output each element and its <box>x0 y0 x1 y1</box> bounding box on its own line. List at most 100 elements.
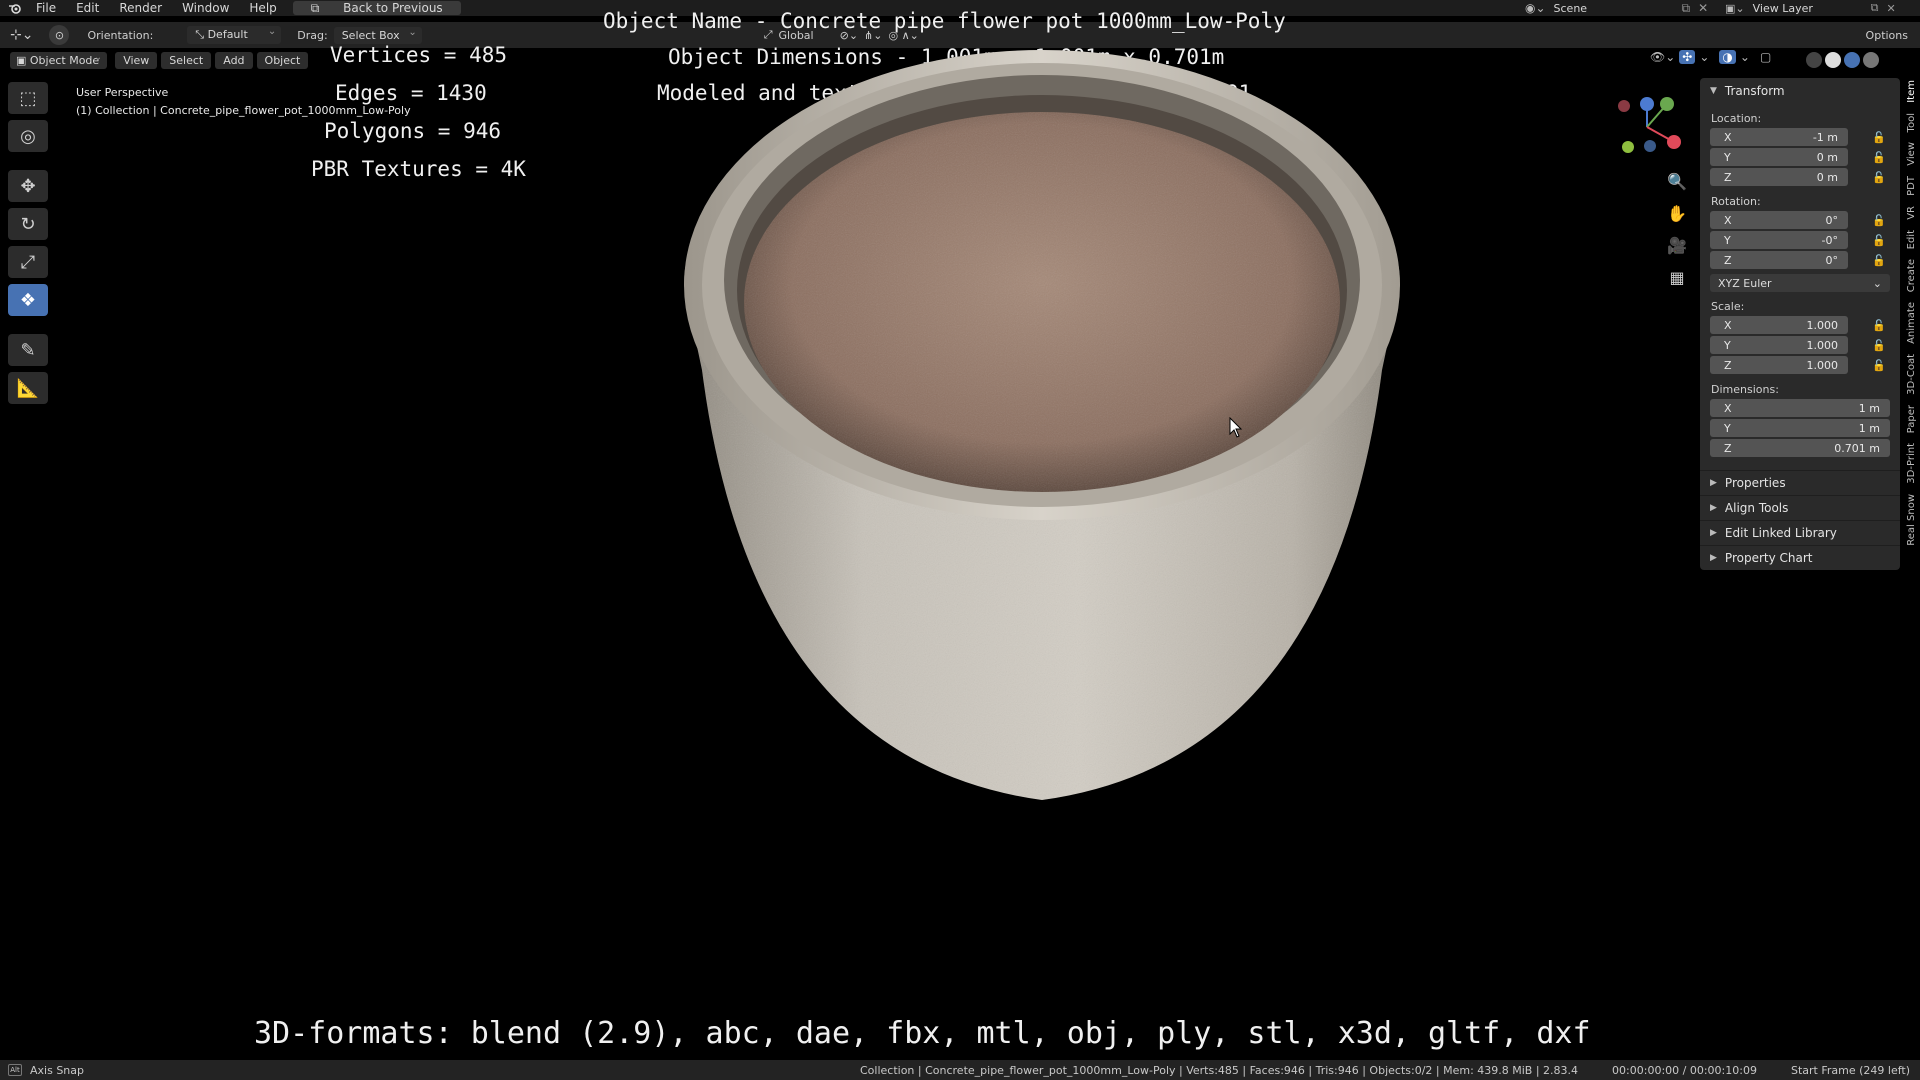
gizmo-neg-y-icon[interactable] <box>1622 141 1634 153</box>
view-layer-copy-icon[interactable]: ⧉ <box>1871 1 1879 15</box>
rotation-y-field[interactable]: Y -0° 🔓 <box>1710 230 1890 250</box>
material-shading-icon[interactable] <box>1844 52 1860 68</box>
drag-dropdown[interactable]: Select Box <box>333 26 422 44</box>
orientation-dropdown[interactable]: ⤡ Default <box>187 26 282 44</box>
wireframe-shading-icon[interactable] <box>1806 52 1822 68</box>
cursor-tool-icon[interactable]: ◎ <box>8 120 48 152</box>
scale-tool-icon[interactable]: ⤢ <box>8 246 48 278</box>
left-toolbar: ⬚ ◎ ✥ ↻ ⤢ ❖ ✎ 📐 <box>8 82 48 404</box>
rotate-tool-icon[interactable]: ↻ <box>8 208 48 240</box>
menu-render[interactable]: Render <box>109 1 172 15</box>
scale-y-field[interactable]: Y 1.000 🔓 <box>1710 335 1890 355</box>
tab-paper[interactable]: Paper <box>1906 405 1917 433</box>
back-to-previous-button[interactable]: ⧉ Back to Previous <box>292 1 461 15</box>
lock-icon[interactable]: 🔓 <box>1872 254 1886 267</box>
menu-help[interactable]: Help <box>239 1 286 15</box>
menu-edit[interactable]: Edit <box>66 1 109 15</box>
zoom-icon[interactable]: 🔍 <box>1664 168 1690 194</box>
view-menu[interactable]: View <box>115 51 158 69</box>
navigation-gizmo[interactable] <box>1612 92 1682 162</box>
lock-icon[interactable]: 🔓 <box>1872 171 1886 184</box>
dimension-x-field[interactable]: X 1 m <box>1710 398 1890 418</box>
lock-icon[interactable]: 🔓 <box>1872 359 1886 372</box>
lock-icon[interactable]: 🔓 <box>1872 319 1886 332</box>
tab-animate[interactable]: Animate <box>1906 302 1917 344</box>
gizmo-x-icon[interactable] <box>1667 135 1681 149</box>
gizmo-dropdown-icon[interactable]: ⌄ <box>1699 50 1709 64</box>
camera-icon[interactable]: 🎥 <box>1664 232 1690 258</box>
view-layer-close-icon[interactable]: ✕ <box>1886 2 1895 15</box>
ortho-grid-icon[interactable]: ▦ <box>1664 264 1690 290</box>
gizmo-y-icon[interactable] <box>1660 97 1674 111</box>
scale-z-field[interactable]: Z 1.000 🔓 <box>1710 355 1890 375</box>
menu-file[interactable]: File <box>26 1 66 15</box>
gizmo-z-icon[interactable] <box>1640 97 1654 111</box>
mode-dropdown[interactable]: ▣ Object Mode <box>10 51 108 69</box>
transform-panel-header[interactable]: ▼ Transform <box>1700 78 1900 104</box>
lock-icon[interactable]: 🔓 <box>1872 339 1886 352</box>
visibility-icon[interactable]: 👁⌄ <box>1650 50 1675 64</box>
scene-copy-icon[interactable]: ⧉ <box>1682 1 1691 16</box>
solid-shading-icon[interactable] <box>1825 52 1841 68</box>
overlay-toggle-icon[interactable]: ◑ <box>1719 50 1736 64</box>
location-y-field[interactable]: Y 0 m 🔓 <box>1710 147 1890 167</box>
overlay-dropdown-icon[interactable]: ⌄ <box>1740 50 1750 64</box>
tab-edit[interactable]: Edit <box>1906 230 1917 249</box>
annotate-tool-icon[interactable]: ✎ <box>8 334 48 366</box>
transform-tool-icon[interactable]: ❖ <box>8 284 48 316</box>
add-menu[interactable]: Add <box>215 51 253 69</box>
tab-vr[interactable]: VR <box>1906 206 1917 220</box>
tab-view[interactable]: View <box>1906 142 1917 166</box>
tab-tool[interactable]: Tool <box>1906 113 1917 132</box>
tab-create[interactable]: Create <box>1906 259 1917 292</box>
editor-type[interactable]: ⊹⌄ ⊙ <box>10 25 70 45</box>
lock-icon[interactable]: 🔓 <box>1872 214 1886 227</box>
dimension-z-field[interactable]: Z 0.701 m <box>1710 438 1890 458</box>
polygons-count: Polygons = 946 <box>324 119 502 143</box>
tab-real-snow[interactable]: Real Snow <box>1906 494 1917 546</box>
pan-hand-icon[interactable]: ✋ <box>1664 200 1690 226</box>
rotation-x-field[interactable]: X 0° 🔓 <box>1710 210 1890 230</box>
location-z-field[interactable]: Z 0 m 🔓 <box>1710 167 1890 187</box>
scene-close-icon[interactable]: ✕ <box>1698 1 1708 15</box>
scene-selector[interactable]: ◉⌄ Scene ⧉ ✕ <box>1525 0 1708 16</box>
lock-icon[interactable]: 🔓 <box>1872 151 1886 164</box>
blender-logo-icon[interactable] <box>8 2 22 14</box>
transform-title: Transform <box>1724 84 1785 98</box>
lock-icon[interactable]: 🔓 <box>1872 131 1886 144</box>
gizmo-neg-z-icon[interactable] <box>1644 140 1656 152</box>
lock-icon[interactable]: 🔓 <box>1872 234 1886 247</box>
flower-pot-model[interactable] <box>682 40 1402 800</box>
location-x-field[interactable]: X -1 m 🔓 <box>1710 127 1890 147</box>
move-tool-icon[interactable]: ✥ <box>8 170 48 202</box>
options-dropdown[interactable]: Options <box>1866 29 1908 42</box>
edit-linked-library-panel-header[interactable]: ▶ Edit Linked Library <box>1700 520 1900 545</box>
rotation-z-field[interactable]: Z 0° 🔓 <box>1710 250 1890 270</box>
editor-type-icon[interactable]: ⊹⌄ <box>10 27 33 43</box>
status-bar: Alt Axis Snap Collection | Concrete_pipe… <box>0 1060 1920 1080</box>
tab-pdt[interactable]: PDT <box>1906 176 1917 196</box>
gizmo-toggle-icon[interactable]: ✣ <box>1679 50 1696 64</box>
dimension-y-field[interactable]: Y 1 m <box>1710 418 1890 438</box>
measure-tool-icon[interactable]: 📐 <box>8 372 48 404</box>
object-menu[interactable]: Object <box>256 51 309 69</box>
axis-label: Y <box>1724 338 1731 352</box>
tab-item[interactable]: Item <box>1906 80 1917 103</box>
view-layer-selector[interactable]: ▣⌄ View Layer ⧉ ✕ <box>1725 0 1896 16</box>
select-box-tool-icon[interactable]: ⬚ <box>8 82 48 114</box>
rotation-mode-dropdown[interactable]: XYZ Euler ⌄ <box>1710 274 1890 292</box>
tab-3d-print[interactable]: 3D-Print <box>1906 443 1917 484</box>
rendered-shading-icon[interactable] <box>1863 52 1879 68</box>
scale-x-field[interactable]: X 1.000 🔓 <box>1710 315 1890 335</box>
gizmo-neg-x-icon[interactable] <box>1618 100 1630 112</box>
select-menu[interactable]: Select <box>161 51 212 69</box>
property-chart-panel-header[interactable]: ▶ Property Chart <box>1700 545 1900 570</box>
xray-icon[interactable]: ▢ <box>1760 50 1771 64</box>
axis-label: Y <box>1724 233 1731 247</box>
menu-window[interactable]: Window <box>172 1 239 15</box>
properties-panel-header[interactable]: ▶ Properties <box>1700 470 1900 495</box>
view-layer-name[interactable]: View Layer <box>1753 2 1863 15</box>
tab-3d-coat[interactable]: 3D-Coat <box>1906 354 1917 395</box>
align-tools-panel-header[interactable]: ▶ Align Tools <box>1700 495 1900 520</box>
scene-name[interactable]: Scene <box>1554 2 1674 15</box>
